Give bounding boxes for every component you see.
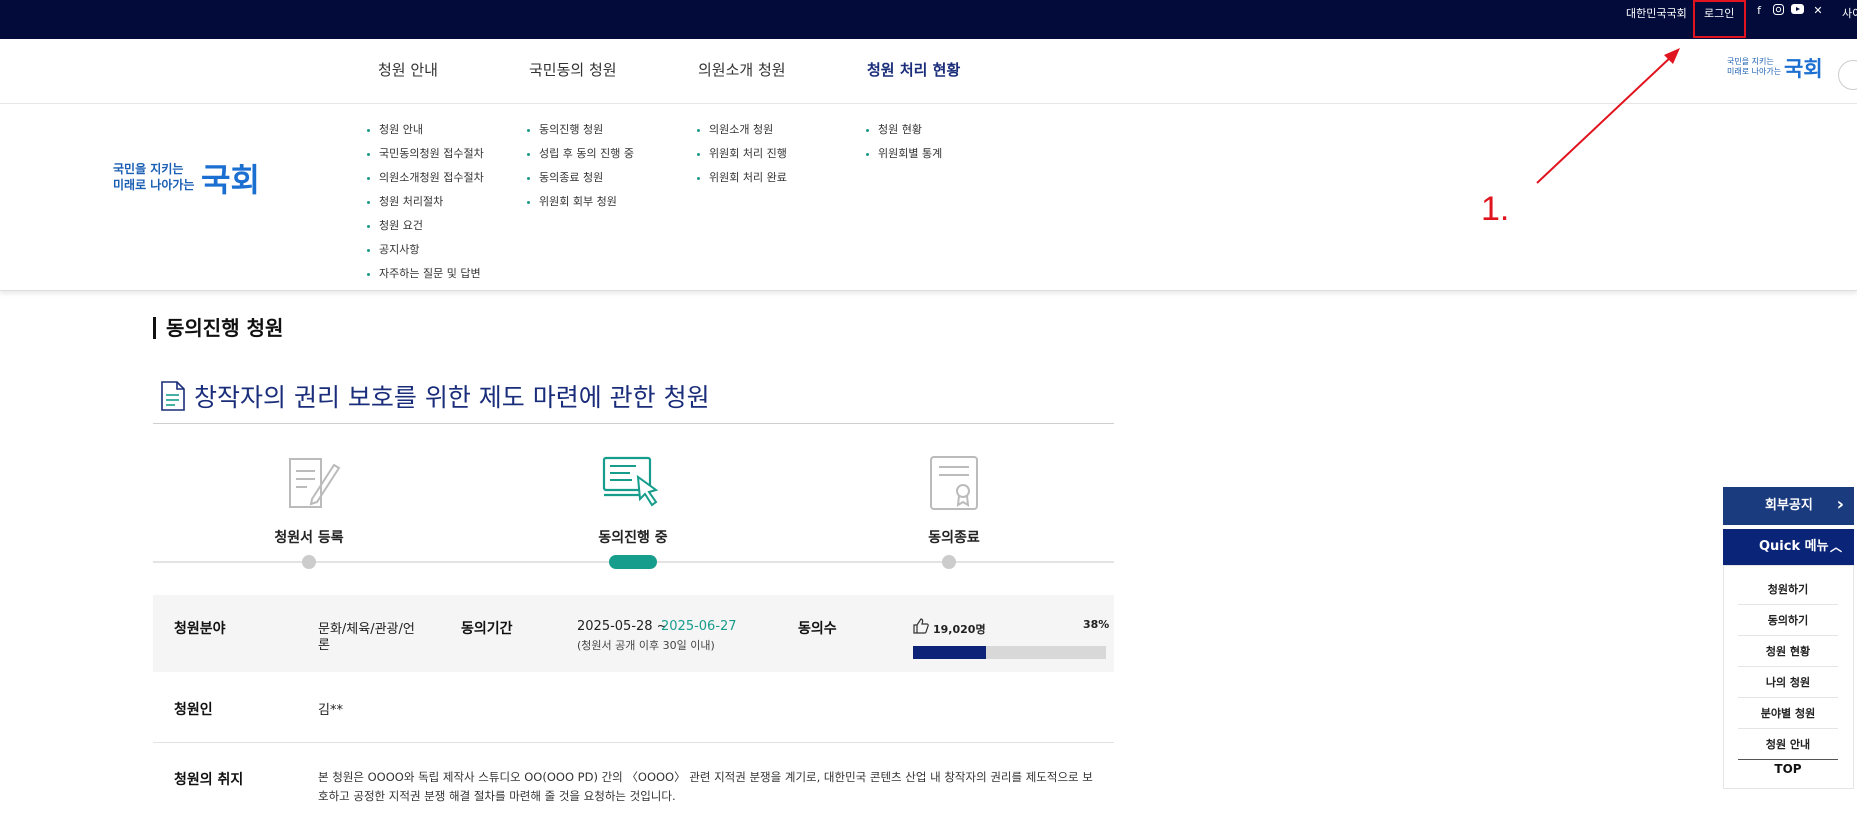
quick-item-consent[interactable]: 동의하기 [1738, 605, 1838, 636]
document-icon [160, 381, 186, 417]
mega-item[interactable]: 자주하는 질문 및 답변 [367, 262, 484, 286]
mega-item[interactable]: 청원 현황 [866, 118, 942, 142]
petitioner-value: 김** [318, 703, 343, 718]
x-icon[interactable]: ✕ [1811, 4, 1825, 18]
mega-logo-line2: 미래로 나아가는 [113, 178, 195, 192]
mega-item[interactable]: 위원회별 통계 [866, 142, 942, 166]
quick-item-status[interactable]: 청원 현황 [1738, 636, 1838, 667]
mega-col-petition-guide: 청원 안내 국민동의청원 접수절차 의원소개청원 접수절차 청원 처리절차 청원… [367, 118, 484, 286]
period-note: (청원서 공개 이후 30일 이내) [577, 639, 715, 652]
back-to-top-button[interactable]: TOP [1738, 762, 1838, 776]
certificate-icon [929, 455, 979, 515]
consent-progress-bar [913, 646, 1106, 659]
header-logo[interactable]: 국민을 지키는 미래로 나아가는 국회 [1727, 57, 1823, 81]
progress-percent: 38% [1083, 618, 1110, 631]
petition-title: 창작자의 권리 보호를 위한 제도 마련에 관한 청원 [194, 383, 710, 412]
quick-item-petition[interactable]: 청원하기 [1738, 574, 1838, 605]
logo-word: 국회 [1784, 57, 1823, 81]
pencil-document-icon [287, 455, 341, 515]
mega-col-member-intro: 의원소개 청원 위원회 처리 진행 위원회 처리 완료 [697, 118, 787, 190]
logo-line1: 국민을 지키는 [1727, 57, 1774, 66]
facebook-icon[interactable]: f [1752, 4, 1766, 18]
computer-click-icon [602, 455, 666, 513]
mega-logo[interactable]: 국민을 지키는 미래로 나아가는 국회 [113, 161, 260, 199]
mega-item[interactable]: 의원소개청원 접수절차 [367, 166, 484, 190]
gnb-menu-petition-guide[interactable]: 청원 안내 [378, 59, 438, 80]
step-dot [302, 555, 316, 569]
row-divider [153, 742, 1114, 743]
login-highlight-box [1693, 0, 1746, 38]
title-divider [153, 423, 1114, 424]
logo-line2: 미래로 나아가는 [1727, 67, 1782, 76]
period-end: 2025-06-27 [661, 619, 737, 634]
mega-item[interactable]: 국민동의청원 접수절차 [367, 142, 484, 166]
assembly-link[interactable]: 대한민국국회 [1626, 5, 1687, 21]
mega-item[interactable]: 위원회 처리 완료 [697, 166, 787, 190]
mega-item[interactable]: 청원 처리절차 [367, 190, 484, 214]
main-navigation: 청원 안내 국민동의 청원 의원소개 청원 청원 처리 현황 국민을 지키는 미… [0, 39, 1857, 104]
mega-col-status: 청원 현황 위원회별 통계 [866, 118, 942, 166]
petitioner-label: 청원인 [174, 702, 213, 718]
step-dot-active [609, 555, 657, 569]
petition-title-row: 창작자의 권리 보호를 위한 제도 마련에 관한 청원 [160, 378, 710, 417]
field-value-cont: 론 [318, 638, 330, 653]
step-label: 청원서 등록 [274, 530, 344, 546]
gnb-menu-member-intro[interactable]: 의원소개 청원 [698, 59, 786, 80]
mega-item[interactable]: 청원 요건 [367, 214, 484, 238]
mega-col-public-consent: 동의진행 청원 성립 후 동의 진행 중 동의종료 청원 위원회 회부 청원 [527, 118, 634, 214]
mega-menu-panel: 국민을 지키는 미래로 나아가는 국회 청원 안내 국민동의청원 접수절차 의원… [0, 104, 1857, 291]
period-start: 2025-05-28 ~ [577, 619, 668, 634]
mega-logo-line1: 국민을 지키는 [113, 162, 184, 176]
quick-menu-title: Quick 메뉴 [1759, 539, 1829, 554]
search-button[interactable] [1838, 60, 1857, 90]
consent-progress-fill [913, 646, 987, 659]
field-label: 청원분야 [174, 621, 226, 637]
top-utility-bar: 대한민국국회 로그인 f ✕ 사이 [0, 0, 1857, 39]
field-value: 문화/체육/관광/언 [318, 622, 415, 637]
mega-item[interactable]: 위원회 회부 청원 [527, 190, 634, 214]
mega-item[interactable]: 위원회 처리 진행 [697, 142, 787, 166]
mega-item[interactable]: 성립 후 동의 진행 중 [527, 142, 634, 166]
youtube-icon[interactable] [1790, 4, 1804, 18]
step-label: 동의종료 [928, 530, 980, 546]
quick-item-by-field[interactable]: 분야별 청원 [1738, 698, 1838, 729]
annotation-number: 1. [1481, 190, 1510, 228]
purpose-text-line2: 호하고 공정한 지적권 분쟁 해결 절차를 마련해 줄 것을 요청하는 것입니다… [318, 789, 676, 803]
mega-logo-word: 국회 [201, 161, 260, 199]
sitemap-link[interactable]: 사이 [1842, 5, 1857, 21]
chevron-up-icon: ︿ [1829, 540, 1842, 554]
instagram-icon[interactable] [1771, 4, 1785, 18]
referral-notice-button[interactable]: 회부공지 [1723, 486, 1854, 525]
mega-item[interactable]: 청원 안내 [367, 118, 484, 142]
step-dot [942, 555, 956, 569]
thumbs-up-icon [913, 618, 929, 638]
purpose-label: 청원의 취지 [174, 772, 244, 788]
section-title: 동의진행 청원 [153, 317, 283, 339]
mega-item[interactable]: 의원소개 청원 [697, 118, 787, 142]
quick-menu-list: 청원하기 동의하기 청원 현황 나의 청원 분야별 청원 청원 안내 TOP [1723, 565, 1854, 789]
mega-item[interactable]: 동의진행 청원 [527, 118, 634, 142]
quick-item-guide[interactable]: 청원 안내 [1738, 729, 1838, 760]
count-value: 19,020명 [933, 623, 986, 636]
period-label: 동의기간 [461, 621, 513, 637]
quick-item-my-petition[interactable]: 나의 청원 [1738, 667, 1838, 698]
step-label-active: 동의진행 중 [598, 530, 668, 546]
mega-item[interactable]: 공지사항 [367, 238, 484, 262]
count-label: 동의수 [798, 621, 837, 637]
quick-menu-toggle[interactable]: Quick 메뉴 ︿ [1723, 529, 1854, 565]
gnb-menu-status[interactable]: 청원 처리 현황 [867, 59, 960, 80]
gnb-menu-public-consent[interactable]: 국민동의 청원 [529, 59, 617, 80]
purpose-text-line1: 본 청원은 OOOO와 독립 제작사 스튜디오 OO(OOO PD) 간의 〈O… [318, 770, 1093, 784]
mega-item[interactable]: 동의종료 청원 [527, 166, 634, 190]
